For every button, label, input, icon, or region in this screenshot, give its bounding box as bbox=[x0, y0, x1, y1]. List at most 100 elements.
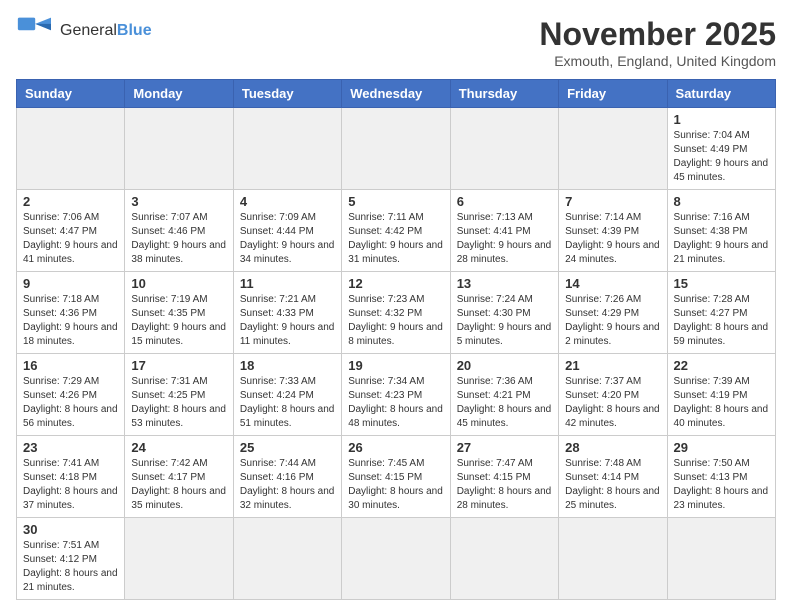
calendar-cell bbox=[125, 108, 233, 190]
day-number: 5 bbox=[348, 194, 443, 209]
day-number: 8 bbox=[674, 194, 769, 209]
calendar-cell bbox=[342, 108, 450, 190]
day-info: Sunrise: 7:37 AM Sunset: 4:20 PM Dayligh… bbox=[565, 375, 660, 431]
day-number: 18 bbox=[240, 358, 335, 373]
calendar-cell bbox=[233, 518, 341, 600]
day-header-sunday: Sunday bbox=[17, 80, 125, 108]
day-number: 20 bbox=[457, 358, 552, 373]
calendar-cell: 10 Sunrise: 7:19 AM Sunset: 4:35 PM Dayli… bbox=[125, 272, 233, 354]
calendar-cell: 12Sunrise: 7:23 AM Sunset: 4:32 PM Dayli… bbox=[342, 272, 450, 354]
day-number: 4 bbox=[240, 194, 335, 209]
calendar-cell: 25 Sunrise: 7:44 AM Sunset: 4:16 PM Dayli… bbox=[233, 436, 341, 518]
day-number: 23 bbox=[23, 440, 118, 455]
day-number: 14 bbox=[565, 276, 660, 291]
day-info: Sunrise: 7:18 AM Sunset: 4:36 PM Dayligh… bbox=[23, 293, 118, 349]
calendar-cell: 21Sunrise: 7:37 AM Sunset: 4:20 PM Dayli… bbox=[559, 354, 667, 436]
day-number: 30 bbox=[23, 522, 118, 537]
calendar-cell: 2Sunrise: 7:06 AM Sunset: 4:47 PM Daylig… bbox=[17, 190, 125, 272]
day-info: Sunrise: 7:42 AM Sunset: 4:17 PM Dayligh… bbox=[131, 457, 226, 513]
day-number: 11 bbox=[240, 276, 335, 291]
day-info: Sunrise: 7:47 AM Sunset: 4:15 PM Dayligh… bbox=[457, 457, 552, 513]
day-header-wednesday: Wednesday bbox=[342, 80, 450, 108]
calendar-cell: 6 Sunrise: 7:13 AM Sunset: 4:41 PM Daylig… bbox=[450, 190, 558, 272]
calendar-cell: 9 Sunrise: 7:18 AM Sunset: 4:36 PM Daylig… bbox=[17, 272, 125, 354]
calendar-cell: 23 Sunrise: 7:41 AM Sunset: 4:18 PM Dayli… bbox=[17, 436, 125, 518]
day-number: 6 bbox=[457, 194, 552, 209]
day-info: Sunrise: 7:39 AM Sunset: 4:19 PM Dayligh… bbox=[674, 375, 769, 431]
calendar-cell bbox=[667, 518, 775, 600]
calendar-cell bbox=[450, 108, 558, 190]
logo: GeneralBlue bbox=[16, 16, 152, 46]
day-info: Sunrise: 7:09 AM Sunset: 4:44 PM Dayligh… bbox=[240, 211, 335, 267]
day-header-friday: Friday bbox=[559, 80, 667, 108]
day-number: 15 bbox=[674, 276, 769, 291]
logo-text: GeneralBlue bbox=[60, 22, 152, 40]
calendar-cell: 24 Sunrise: 7:42 AM Sunset: 4:17 PM Dayli… bbox=[125, 436, 233, 518]
day-number: 17 bbox=[131, 358, 226, 373]
calendar-cell: 1Sunrise: 7:04 AM Sunset: 4:49 PM Daylig… bbox=[667, 108, 775, 190]
day-info: Sunrise: 7:48 AM Sunset: 4:14 PM Dayligh… bbox=[565, 457, 660, 513]
day-info: Sunrise: 7:33 AM Sunset: 4:24 PM Dayligh… bbox=[240, 375, 335, 431]
calendar-cell bbox=[125, 518, 233, 600]
day-info: Sunrise: 7:28 AM Sunset: 4:27 PM Dayligh… bbox=[674, 293, 769, 349]
day-number: 2 bbox=[23, 194, 118, 209]
day-number: 3 bbox=[131, 194, 226, 209]
day-info: Sunrise: 7:21 AM Sunset: 4:33 PM Dayligh… bbox=[240, 293, 335, 349]
day-number: 26 bbox=[348, 440, 443, 455]
day-info: Sunrise: 7:34 AM Sunset: 4:23 PM Dayligh… bbox=[348, 375, 443, 431]
day-info: Sunrise: 7:29 AM Sunset: 4:26 PM Dayligh… bbox=[23, 375, 118, 431]
day-info: Sunrise: 7:24 AM Sunset: 4:30 PM Dayligh… bbox=[457, 293, 552, 349]
calendar-cell: 11 Sunrise: 7:21 AM Sunset: 4:33 PM Dayli… bbox=[233, 272, 341, 354]
calendar-cell bbox=[17, 108, 125, 190]
day-info: Sunrise: 7:36 AM Sunset: 4:21 PM Dayligh… bbox=[457, 375, 552, 431]
calendar-cell: 7Sunrise: 7:14 AM Sunset: 4:39 PM Daylig… bbox=[559, 190, 667, 272]
header: GeneralBlue November 2025 Exmouth, Engla… bbox=[16, 16, 776, 69]
calendar-cell: 3 Sunrise: 7:07 AM Sunset: 4:46 PM Daylig… bbox=[125, 190, 233, 272]
day-header-tuesday: Tuesday bbox=[233, 80, 341, 108]
day-number: 28 bbox=[565, 440, 660, 455]
day-number: 10 bbox=[131, 276, 226, 291]
calendar-cell: 26 Sunrise: 7:45 AM Sunset: 4:15 PM Dayli… bbox=[342, 436, 450, 518]
calendar-cell bbox=[559, 518, 667, 600]
day-info: Sunrise: 7:50 AM Sunset: 4:13 PM Dayligh… bbox=[674, 457, 769, 513]
logo-icon bbox=[16, 16, 56, 46]
calendar-cell bbox=[342, 518, 450, 600]
calendar-cell: 28 Sunrise: 7:48 AM Sunset: 4:14 PM Dayli… bbox=[559, 436, 667, 518]
day-info: Sunrise: 7:13 AM Sunset: 4:41 PM Dayligh… bbox=[457, 211, 552, 267]
day-number: 1 bbox=[674, 112, 769, 127]
calendar-cell: 13 Sunrise: 7:24 AM Sunset: 4:30 PM Dayli… bbox=[450, 272, 558, 354]
calendar-cell bbox=[559, 108, 667, 190]
title-area: November 2025 Exmouth, England, United K… bbox=[539, 16, 776, 69]
day-info: Sunrise: 7:44 AM Sunset: 4:16 PM Dayligh… bbox=[240, 457, 335, 513]
calendar-cell: 15 Sunrise: 7:28 AM Sunset: 4:27 PM Dayli… bbox=[667, 272, 775, 354]
calendar-cell: 14 Sunrise: 7:26 AM Sunset: 4:29 PM Dayli… bbox=[559, 272, 667, 354]
day-number: 19 bbox=[348, 358, 443, 373]
day-info: Sunrise: 7:45 AM Sunset: 4:15 PM Dayligh… bbox=[348, 457, 443, 513]
day-header-monday: Monday bbox=[125, 80, 233, 108]
day-info: Sunrise: 7:41 AM Sunset: 4:18 PM Dayligh… bbox=[23, 457, 118, 513]
calendar-cell: 20 Sunrise: 7:36 AM Sunset: 4:21 PM Dayli… bbox=[450, 354, 558, 436]
day-info: Sunrise: 7:11 AM Sunset: 4:42 PM Dayligh… bbox=[348, 211, 443, 267]
day-info: Sunrise: 7:07 AM Sunset: 4:46 PM Dayligh… bbox=[131, 211, 226, 267]
day-number: 24 bbox=[131, 440, 226, 455]
calendar-cell: 4 Sunrise: 7:09 AM Sunset: 4:44 PM Daylig… bbox=[233, 190, 341, 272]
calendar-cell: 17Sunrise: 7:31 AM Sunset: 4:25 PM Dayli… bbox=[125, 354, 233, 436]
calendar: SundayMondayTuesdayWednesdayThursdayFrid… bbox=[16, 79, 776, 600]
calendar-header-row: SundayMondayTuesdayWednesdayThursdayFrid… bbox=[17, 80, 776, 108]
calendar-cell: 19 Sunrise: 7:34 AM Sunset: 4:23 PM Dayli… bbox=[342, 354, 450, 436]
day-number: 25 bbox=[240, 440, 335, 455]
day-info: Sunrise: 7:51 AM Sunset: 4:12 PM Dayligh… bbox=[23, 539, 118, 595]
location-subtitle: Exmouth, England, United Kingdom bbox=[539, 53, 776, 69]
day-number: 29 bbox=[674, 440, 769, 455]
calendar-cell: 22Sunrise: 7:39 AM Sunset: 4:19 PM Dayli… bbox=[667, 354, 775, 436]
calendar-cell: 18 Sunrise: 7:33 AM Sunset: 4:24 PM Dayli… bbox=[233, 354, 341, 436]
day-info: Sunrise: 7:26 AM Sunset: 4:29 PM Dayligh… bbox=[565, 293, 660, 349]
calendar-cell: 29 Sunrise: 7:50 AM Sunset: 4:13 PM Dayli… bbox=[667, 436, 775, 518]
calendar-cell: 30 Sunrise: 7:51 AM Sunset: 4:12 PM Dayli… bbox=[17, 518, 125, 600]
day-header-saturday: Saturday bbox=[667, 80, 775, 108]
day-info: Sunrise: 7:23 AM Sunset: 4:32 PM Dayligh… bbox=[348, 293, 443, 349]
day-number: 16 bbox=[23, 358, 118, 373]
day-number: 9 bbox=[23, 276, 118, 291]
day-number: 13 bbox=[457, 276, 552, 291]
day-info: Sunrise: 7:19 AM Sunset: 4:35 PM Dayligh… bbox=[131, 293, 226, 349]
